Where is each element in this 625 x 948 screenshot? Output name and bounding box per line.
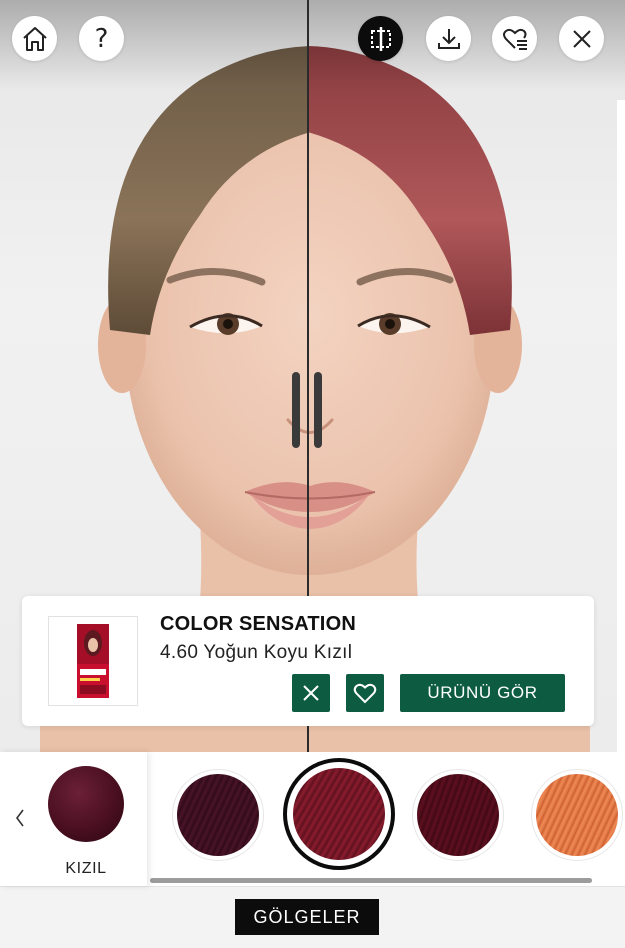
shade-swatch-selected[interactable] (293, 768, 385, 860)
shade-swatch[interactable] (536, 774, 618, 856)
question-mark-icon: ? (94, 23, 109, 54)
remove-shade-button[interactable] (292, 674, 330, 712)
favorites-button[interactable] (492, 16, 537, 61)
home-button[interactable] (12, 16, 57, 61)
shade-swatch[interactable] (177, 774, 259, 856)
carousel-scrollbar[interactable] (150, 878, 592, 883)
product-shade-name: 4.60 Yoğun Koyu Kızıl (160, 642, 353, 663)
edge-strip (617, 100, 625, 752)
close-icon (572, 29, 591, 48)
close-button[interactable] (559, 16, 604, 61)
chevron-left-icon[interactable] (10, 806, 30, 830)
split-compare-icon (370, 26, 391, 51)
heart-list-icon (502, 28, 527, 50)
compare-slider-handle[interactable] (291, 372, 323, 448)
product-thumbnail[interactable] (48, 616, 138, 706)
compare-button[interactable] (358, 16, 403, 61)
product-box-image (77, 624, 109, 698)
shade-swatch[interactable] (417, 774, 499, 856)
home-icon (22, 26, 47, 51)
product-name: COLOR SENSATION (160, 613, 356, 635)
shade-family-label: KIZIL (65, 860, 107, 877)
shade-carousel: KIZIL (0, 752, 625, 886)
shade-family-swatch[interactable] (48, 766, 124, 842)
bottom-bar: GÖLGELER (0, 886, 625, 948)
heart-outline-icon (353, 683, 377, 704)
shades-button[interactable]: GÖLGELER (235, 899, 379, 935)
close-icon (303, 685, 319, 701)
shade-family-panel: KIZIL (0, 752, 147, 886)
download-button[interactable] (426, 16, 471, 61)
download-icon (437, 28, 460, 49)
product-card: COLOR SENSATION 4.60 Yoğun Koyu Kızıl ÜR… (22, 596, 594, 726)
help-button[interactable]: ? (79, 16, 124, 61)
view-product-button[interactable]: ÜRÜNÜ GÖR (400, 674, 565, 712)
add-favorite-button[interactable] (346, 674, 384, 712)
